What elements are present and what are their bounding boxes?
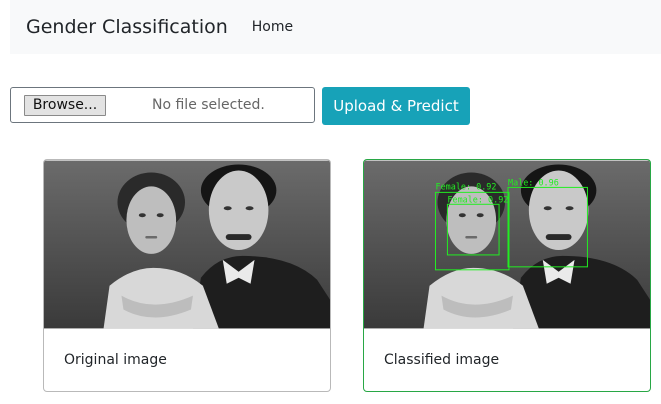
upload-predict-button[interactable]: Upload & Predict (322, 87, 470, 125)
classified-photo: Female: 0.92 Female: 0.92 Male: 0.96 (364, 160, 650, 329)
file-status-text: No file selected. (152, 97, 265, 113)
card-caption: Classified image (384, 352, 500, 368)
file-input[interactable]: Browse... No file selected. (10, 87, 315, 123)
svg-text:Female: 0.92: Female: 0.92 (436, 181, 497, 191)
app-brand[interactable]: Gender Classification (26, 16, 228, 38)
top-navbar: Gender Classification Home (10, 0, 661, 54)
svg-text:Male: 0.96: Male: 0.96 (508, 177, 559, 187)
nav-link-home[interactable]: Home (252, 19, 293, 35)
classified-image-card: Female: 0.92 Female: 0.92 Male: 0.96 Cla… (363, 159, 651, 392)
original-photo (44, 160, 330, 329)
card-caption: Original image (64, 352, 167, 368)
original-image-card: Original image (43, 159, 331, 392)
svg-text:Female: 0.92: Female: 0.92 (447, 194, 508, 204)
browse-button[interactable]: Browse... (24, 94, 106, 116)
